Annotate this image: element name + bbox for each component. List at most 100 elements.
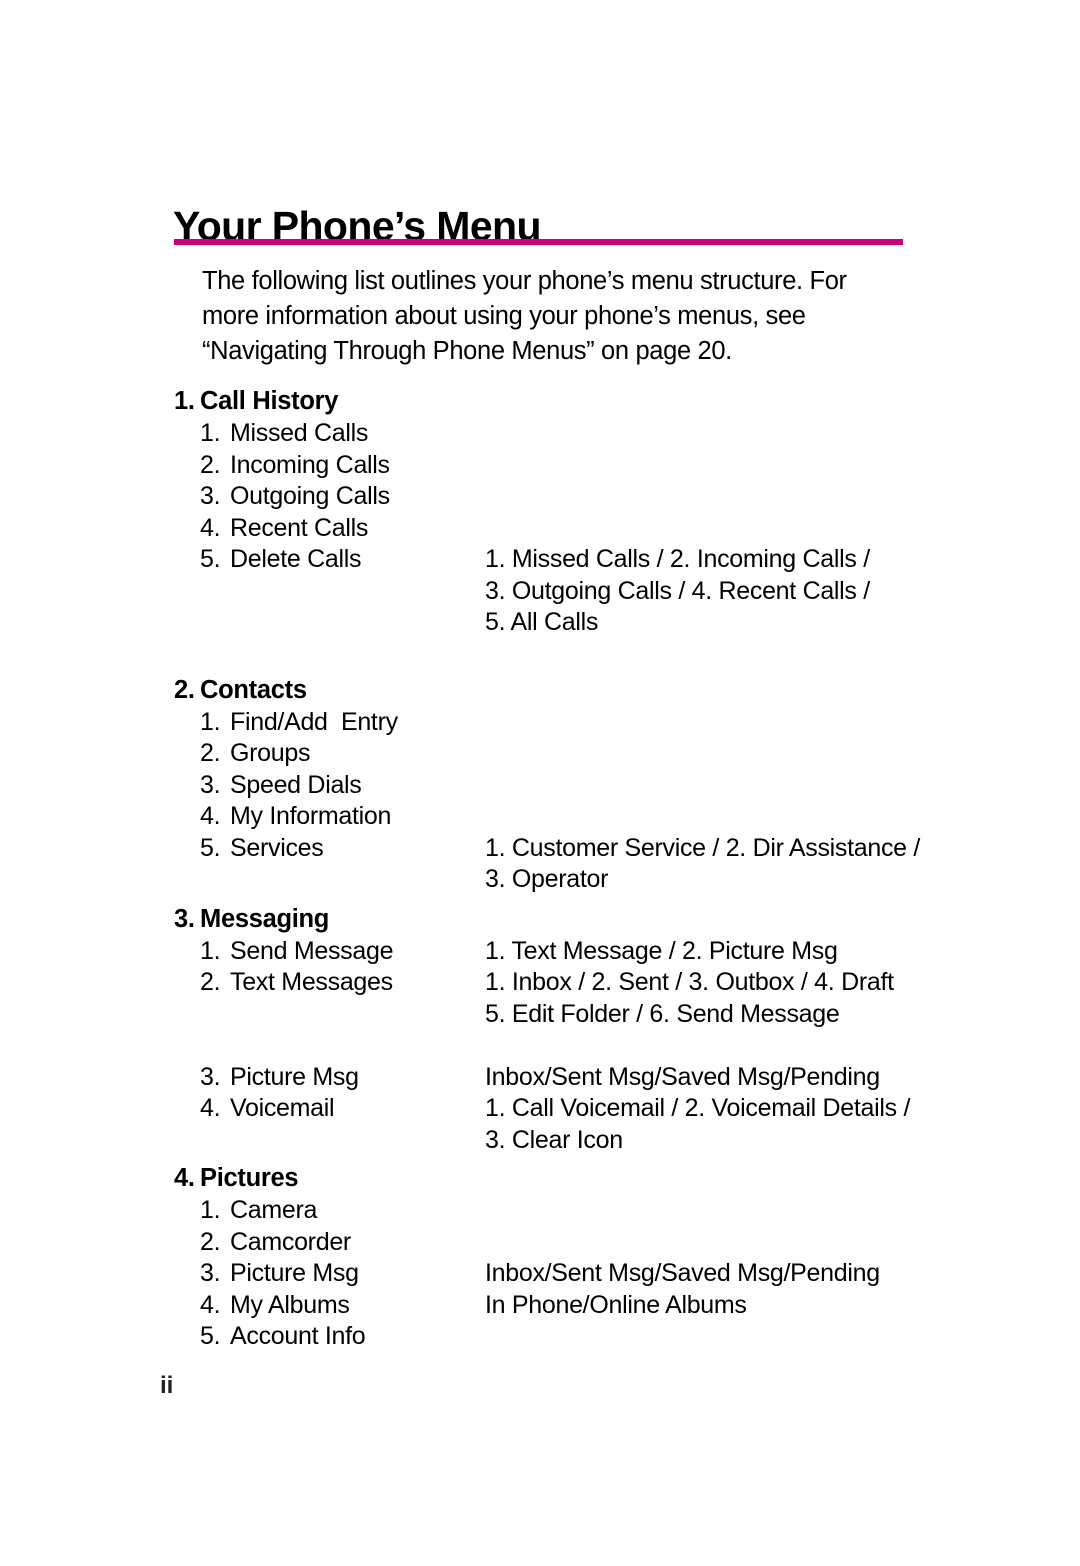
menu-item-number: 2. xyxy=(200,739,221,767)
menu-item-label: Text Messages xyxy=(230,968,393,996)
menu-item-row: 1. Find/Add Entry xyxy=(0,707,1080,739)
menu-item-row: 3. Picture Msg Inbox/Sent Msg/Saved Msg/Pe… xyxy=(0,1062,1080,1094)
menu-item-submenu: 1. Call Voicemail / 2. Voicemail Details… xyxy=(485,1094,911,1154)
menu-item-label: Speed Dials xyxy=(230,770,362,799)
menu-item-row: 2. Groups xyxy=(0,738,1080,770)
menu-item-number: 2. xyxy=(200,1227,221,1256)
menu-item: 3. Speed Dials xyxy=(0,770,485,802)
menu-item-label: Outgoing Calls xyxy=(230,482,390,510)
section-title: Pictures xyxy=(200,1164,299,1192)
section-number: 1. xyxy=(174,387,195,415)
menu-item-submenu: 1. Text Message / 2. Picture Msg xyxy=(485,936,838,965)
menu-item: 2. Incoming Calls xyxy=(0,450,485,482)
menu-item: 1. Missed Calls xyxy=(0,418,485,450)
menu-item-label: Services xyxy=(230,833,324,862)
menu-item-row: 4. My Albums In Phone/Online Albums xyxy=(0,1290,1080,1322)
menu-item-row: 4. Voicemail 1. Call Voicemail / 2. Voicem… xyxy=(0,1093,1080,1156)
menu-item-number: 4. xyxy=(200,513,221,542)
item-spacer xyxy=(0,1030,1080,1062)
menu-item-number: 1. xyxy=(200,419,221,447)
menu-item: 3. Picture Msg xyxy=(0,1062,485,1094)
document-page: Your Phone’s Menu The following list out… xyxy=(0,0,1080,1566)
menu-item: 4. Voicemail xyxy=(0,1093,485,1125)
menu-item-label: Send Message xyxy=(230,936,394,965)
section-number: 3. xyxy=(174,904,195,933)
menu-item-number: 2. xyxy=(200,968,221,996)
section-number: 2. xyxy=(174,675,195,704)
menu-item-label: My Albums xyxy=(230,1290,350,1319)
menu-item: 3. Picture Msg xyxy=(0,1258,485,1290)
menu-item-label: Picture Msg xyxy=(230,1062,359,1091)
section-title: Contacts xyxy=(200,675,307,704)
menu-item: 1. Camera xyxy=(0,1195,485,1227)
menu-item-number: 3. xyxy=(200,1062,221,1091)
menu-item-label: Camcorder xyxy=(230,1227,351,1256)
section-number: 4. xyxy=(174,1164,195,1192)
section-items: 1. Camera 2. Camcorder 3. Picture Msg Inbox/Se… xyxy=(0,1195,1080,1353)
menu-item-row: 2. Camcorder xyxy=(0,1227,1080,1259)
menu-item-row: 5. Delete Calls 1. Missed Calls / 2. Incom… xyxy=(0,544,1080,639)
menu-item: 5. Account Info xyxy=(0,1321,485,1353)
menu-item: 4. Recent Calls xyxy=(0,513,485,545)
menu-item-submenu: In Phone/Online Albums xyxy=(485,1290,747,1319)
menu-item-row: 3. Speed Dials xyxy=(0,770,1080,802)
menu-structure-list: 1. Call History 1. Missed Calls 2. Incoming C… xyxy=(0,384,1080,1353)
section-title: Call History xyxy=(200,387,339,415)
menu-item-number: 3. xyxy=(200,770,221,799)
menu-item-number: 1. xyxy=(200,707,221,736)
menu-item-label: Delete Calls xyxy=(230,545,362,573)
section-items: 1. Missed Calls 2. Incoming Calls 3. Outgoing… xyxy=(0,418,1080,639)
menu-item-label: My Information xyxy=(230,802,392,830)
menu-item: 4. My Information xyxy=(0,801,485,833)
menu-item: 2. Groups xyxy=(0,738,485,770)
menu-item-label: Find/Add Entry xyxy=(230,707,398,736)
menu-item-row: 5. Account Info xyxy=(0,1321,1080,1353)
menu-item-submenu: 1. Customer Service / 2. Dir Assistance … xyxy=(485,833,921,894)
page-number: ii xyxy=(160,1372,174,1399)
menu-item: 2. Text Messages xyxy=(0,967,485,999)
menu-item-number: 3. xyxy=(200,1259,221,1287)
menu-item-submenu: 1. Inbox / 2. Sent / 3. Outbox / 4. Draf… xyxy=(485,968,894,1028)
menu-section: 1. Call History 1. Missed Calls 2. Incoming C… xyxy=(0,384,1080,639)
menu-item-number: 4. xyxy=(200,1290,221,1319)
menu-item-number: 5. xyxy=(200,545,221,573)
menu-item-number: 4. xyxy=(200,1094,221,1122)
menu-item-label: Missed Calls xyxy=(230,419,369,447)
menu-section: 4. Pictures 1. Camera 2. Camcorder 3. Picture M… xyxy=(0,1161,1080,1353)
menu-item: 4. My Albums xyxy=(0,1290,485,1322)
menu-item-row: 3. Picture Msg Inbox/Sent Msg/Saved Msg/Pe… xyxy=(0,1258,1080,1290)
section-title: Messaging xyxy=(200,904,330,933)
section-heading: 4. Pictures xyxy=(0,1161,1080,1195)
menu-item-row: 1. Missed Calls xyxy=(0,418,1080,450)
menu-item-label: Voicemail xyxy=(230,1094,335,1122)
menu-item-row: 5. Services 1. Customer Service / 2. Dir A… xyxy=(0,833,1080,896)
menu-item-number: 5. xyxy=(200,1322,221,1350)
section-heading: 1. Call History xyxy=(0,384,1080,418)
menu-item-number: 1. xyxy=(200,1196,221,1224)
menu-item-label: Groups xyxy=(230,739,311,767)
menu-item-label: Incoming Calls xyxy=(230,450,390,479)
intro-paragraph: The following list outlines your phone’s… xyxy=(202,264,902,369)
menu-item-row: 1. Camera xyxy=(0,1195,1080,1227)
section-items: 1. Find/Add Entry 2. Groups 3. Speed Dials 4. M… xyxy=(0,707,1080,896)
menu-item-submenu: 1. Missed Calls / 2. Incoming Calls / 3.… xyxy=(485,545,870,636)
menu-item-row: 4. Recent Calls xyxy=(0,513,1080,545)
menu-item-number: 1. xyxy=(200,936,221,965)
menu-item-label: Account Info xyxy=(230,1322,366,1350)
section-heading: 2. Contacts xyxy=(0,673,1080,707)
menu-item: 2. Camcorder xyxy=(0,1227,485,1259)
menu-item-row: 3. Outgoing Calls xyxy=(0,481,1080,513)
menu-item-row: 4. My Information xyxy=(0,801,1080,833)
menu-section: 2. Contacts 1. Find/Add Entry 2. Groups 3. Spee… xyxy=(0,673,1080,896)
menu-item-number: 2. xyxy=(200,450,221,479)
menu-item-submenu: Inbox/Sent Msg/Saved Msg/Pending xyxy=(485,1062,880,1091)
menu-item: 1. Send Message xyxy=(0,936,485,968)
menu-item-submenu: Inbox/Sent Msg/Saved Msg/Pending xyxy=(485,1259,880,1287)
menu-item-label: Picture Msg xyxy=(230,1259,359,1287)
intro-text: The following list outlines your phone’s… xyxy=(202,267,847,365)
menu-item: 5. Delete Calls xyxy=(0,544,485,576)
menu-item-number: 4. xyxy=(200,802,221,830)
menu-item: 5. Services xyxy=(0,833,485,865)
menu-item-label: Camera xyxy=(230,1196,318,1224)
